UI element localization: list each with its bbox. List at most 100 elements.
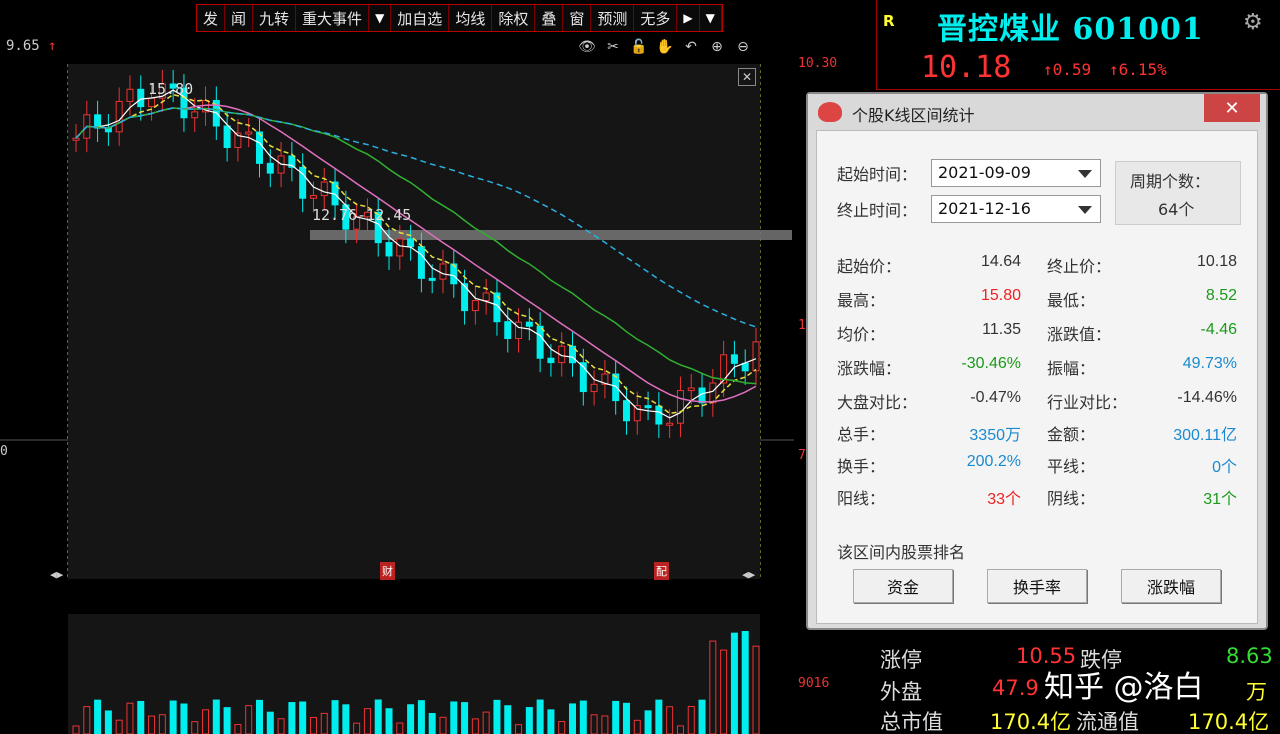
- toolbar-item-5[interactable]: 加自选: [391, 5, 450, 31]
- candle: [396, 238, 404, 257]
- stats_left-label-2: 均价：: [837, 325, 886, 344]
- outer-label: 外盘: [880, 680, 922, 704]
- candle: [407, 238, 415, 248]
- volume-bar: [525, 707, 533, 734]
- toolbar-item-2[interactable]: 九转: [253, 5, 297, 31]
- total-mcap-label: 总市值: [880, 710, 943, 734]
- toolbar-item-13[interactable]: ▼: [700, 5, 722, 31]
- volume-bar: [633, 719, 641, 734]
- scissors-icon[interactable]: ✂: [604, 38, 622, 56]
- volume-bar: [536, 699, 544, 734]
- volume-bar: [461, 702, 469, 734]
- candle: [191, 111, 199, 119]
- dialog-titlebar[interactable]: 个股K线区间统计 ✕: [808, 94, 1266, 130]
- volume-bar: [72, 725, 80, 734]
- volume-bar: [288, 702, 296, 734]
- limit-up-label: 涨停: [880, 648, 922, 672]
- toolbar-item-9[interactable]: 窗: [563, 5, 592, 31]
- end-date-value: 2021-12-16: [938, 199, 1031, 218]
- stats_left-label-0: 起始价：: [837, 257, 902, 276]
- candle: [666, 422, 674, 426]
- chart-close-icon[interactable]: ✕: [738, 68, 756, 86]
- dialog-close-button[interactable]: ✕: [1204, 94, 1260, 122]
- candle: [223, 125, 231, 148]
- volume-bar: [180, 703, 188, 734]
- stats_left-label-5: 总手：: [837, 425, 886, 444]
- volume-bar: [417, 700, 425, 734]
- volume-bar: [655, 699, 663, 734]
- toolbar-item-1[interactable]: 闻: [225, 5, 254, 31]
- candle: [417, 246, 425, 279]
- candle: [612, 373, 620, 402]
- stats_right-label-4: 行业对比：: [1047, 393, 1128, 412]
- vol-axis-label: 9016: [798, 676, 830, 691]
- stats_right-label-7: 阴线：: [1047, 489, 1096, 508]
- dividend-marker[interactable]: 配: [654, 562, 669, 580]
- toolbar-item-8[interactable]: 叠: [535, 5, 564, 31]
- candle: [320, 181, 328, 197]
- outer-value: 47.9: [992, 676, 1039, 700]
- toolbar-item-0[interactable]: 发: [197, 5, 226, 31]
- eye-icon[interactable]: 👁: [578, 38, 596, 56]
- candle: [245, 131, 253, 135]
- ranking-label: 该区间内股票排名: [837, 543, 966, 562]
- candle: [126, 88, 134, 102]
- undo-icon[interactable]: ↶: [682, 38, 700, 56]
- volume-bar: [687, 706, 695, 734]
- stats_right-label-5: 金额：: [1047, 425, 1096, 444]
- volume-bar: [320, 712, 328, 734]
- volume-bar: [115, 719, 123, 734]
- kline-chart[interactable]: [0, 34, 794, 586]
- volume-bar: [752, 645, 760, 734]
- finance-marker[interactable]: 财: [380, 562, 395, 580]
- volume-chart[interactable]: [0, 604, 794, 734]
- kline-range-stats-dialog: 个股K线区间统计 ✕ 起始时间： 2021-09-09 终止时间： 2021-1…: [806, 92, 1268, 630]
- dialog-title: 个股K线区间统计: [852, 106, 975, 125]
- top-price-label: 9.65 ↑: [6, 38, 57, 54]
- volume-bar: [309, 716, 317, 734]
- candle: [547, 357, 555, 364]
- volume-bar: [698, 699, 706, 734]
- rank-button-0[interactable]: 资金: [853, 569, 953, 603]
- stats_right-value-3: 49.73%: [1182, 355, 1237, 372]
- nav-left-handle[interactable]: ◀▶: [50, 568, 63, 581]
- volume-bar: [104, 710, 112, 734]
- end-date-select[interactable]: 2021-12-16: [931, 195, 1101, 223]
- toolbar-item-7[interactable]: 除权: [492, 5, 536, 31]
- zoom-out-icon[interactable]: ⊖: [734, 38, 752, 56]
- limit-down-value: 8.63: [1226, 644, 1273, 668]
- start-date-select[interactable]: 2021-09-09: [931, 159, 1101, 187]
- volume-bar: [439, 716, 447, 734]
- stats_right-label-0: 终止价：: [1047, 257, 1112, 276]
- volume-bar: [644, 710, 652, 734]
- toolbar-item-10[interactable]: 预测: [591, 5, 635, 31]
- volume-bar: [299, 701, 307, 734]
- volume-bar: [622, 702, 630, 734]
- toolbar-item-12[interactable]: ▶: [677, 5, 700, 31]
- rank-button-2[interactable]: 涨跌幅: [1121, 569, 1221, 603]
- hand-icon[interactable]: ✋: [656, 38, 674, 56]
- toolbar-item-11[interactable]: 无多: [634, 5, 678, 31]
- period-count-label: 周期个数：: [1130, 172, 1211, 191]
- toolbar-item-6[interactable]: 均线: [449, 5, 493, 31]
- chevron-down-icon: [1078, 206, 1092, 214]
- nav-right-handle[interactable]: ◀▶: [742, 568, 755, 581]
- end-time-label: 终止时间：: [837, 201, 918, 220]
- volume-bar: [515, 724, 523, 734]
- stats_right-value-1: 8.52: [1205, 287, 1237, 304]
- lock-icon[interactable]: 🔓: [630, 38, 648, 56]
- volume-bar: [126, 702, 134, 734]
- rank-button-1[interactable]: 换手率: [987, 569, 1087, 603]
- axis-right-mid: 1: [798, 318, 806, 333]
- stock-name: 晋控煤业 601001: [937, 12, 1204, 47]
- volume-bar: [493, 699, 501, 734]
- volume-bar: [234, 724, 242, 734]
- toolbar-item-3[interactable]: 重大事件: [296, 5, 370, 31]
- zoom-in-icon[interactable]: ⊕: [708, 38, 726, 56]
- gear-icon[interactable]: ⚙: [1243, 10, 1263, 35]
- stats_right-value-7: 31个: [1203, 491, 1237, 508]
- toolbar-item-4[interactable]: ▼: [369, 5, 392, 31]
- volume-bar: [223, 707, 231, 734]
- volume-bar: [191, 721, 199, 734]
- candle: [471, 300, 479, 312]
